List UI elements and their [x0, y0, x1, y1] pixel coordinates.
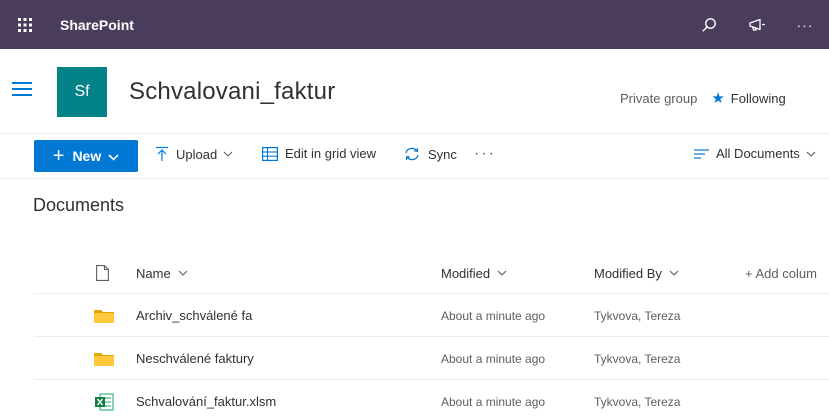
site-meta: Private group ★ Following	[620, 89, 786, 107]
upload-label: Upload	[176, 146, 218, 162]
chevron-down-icon	[223, 151, 233, 157]
header-divider	[0, 133, 829, 134]
modified-value: About a minute ago	[441, 308, 546, 323]
more-options-icon[interactable]: ···	[781, 0, 829, 49]
megaphone-feedback-icon[interactable]	[733, 0, 781, 49]
new-button-label: New	[72, 148, 102, 164]
sync-button[interactable]: Sync	[403, 146, 457, 162]
edit-grid-view-label: Edit in grid view	[285, 146, 377, 161]
following-button[interactable]: Following	[731, 91, 786, 106]
sync-icon	[405, 147, 419, 161]
modified-by-value[interactable]: Tykvova, Tereza	[594, 294, 680, 337]
folder-icon	[94, 294, 114, 337]
modified-value: About a minute ago	[441, 351, 546, 366]
app-launcher-waffle-icon[interactable]	[0, 0, 49, 49]
modified-by-value[interactable]: Tykvova, Tereza	[594, 380, 680, 417]
sync-label: Sync	[428, 146, 457, 162]
star-icon[interactable]: ★	[711, 89, 724, 107]
excel-file-icon	[94, 380, 114, 417]
commandbar-divider	[0, 178, 829, 179]
name-column-label: Name	[136, 265, 171, 281]
chevron-down-icon	[108, 148, 119, 164]
modified-column-header[interactable]: Modified	[441, 252, 507, 294]
modified-value: About a minute ago	[441, 394, 546, 409]
view-options-icon	[694, 148, 709, 159]
site-logo-text: Sf	[74, 83, 90, 100]
chevron-down-icon	[497, 270, 507, 276]
suite-brand[interactable]: SharePoint	[60, 17, 134, 33]
modified-by-column-header[interactable]: Modified By	[594, 252, 679, 294]
upload-button[interactable]: Upload	[155, 146, 233, 162]
command-more-button[interactable]: ···	[474, 145, 496, 163]
file-name-link[interactable]: Archiv_schválené fa	[136, 294, 252, 337]
grid-table-icon	[262, 146, 278, 161]
chevron-down-icon	[669, 270, 679, 276]
site-logo[interactable]: Sf	[57, 67, 107, 117]
modified-by-value[interactable]: Tykvova, Tereza	[594, 337, 680, 380]
name-column-header[interactable]: Name	[136, 252, 188, 294]
file-name-link[interactable]: Neschválené faktury	[136, 337, 254, 380]
upload-arrow-icon	[156, 146, 168, 161]
table-row[interactable]: Neschválené faktury About a minute ago T…	[34, 337, 829, 380]
add-column-button[interactable]: + Add colum	[745, 252, 817, 294]
file-type-column-header[interactable]	[96, 252, 109, 294]
new-button[interactable]: + New	[34, 140, 138, 172]
more-options-label: ···	[796, 16, 814, 33]
view-switcher-label: All Documents	[716, 146, 800, 161]
table-row[interactable]: Schvalování_faktur.xlsm About a minute a…	[34, 380, 829, 417]
plus-icon: +	[52, 145, 65, 167]
file-name-link[interactable]: Schvalování_faktur.xlsm	[136, 380, 276, 417]
library-heading[interactable]: Documents	[33, 195, 124, 216]
edit-grid-view-button[interactable]: Edit in grid view	[262, 146, 376, 161]
navigation-menu-icon[interactable]	[12, 82, 32, 98]
modified-by-column-label: Modified By	[594, 265, 662, 281]
table-row[interactable]: Archiv_schválené fa About a minute ago T…	[34, 294, 829, 337]
chevron-down-icon	[806, 151, 816, 157]
modified-column-label: Modified	[441, 265, 491, 281]
privacy-label: Private group	[620, 90, 698, 106]
list-header: Name Modified Modified By + Add colum	[34, 252, 829, 294]
site-title[interactable]: Schvalovani_faktur	[129, 78, 335, 106]
search-icon[interactable]	[685, 0, 733, 49]
suite-bar: SharePoint ···	[0, 0, 829, 49]
folder-icon	[94, 337, 114, 380]
document-icon	[96, 265, 109, 281]
chevron-down-icon	[178, 270, 188, 276]
view-switcher-button[interactable]: All Documents	[694, 146, 816, 161]
